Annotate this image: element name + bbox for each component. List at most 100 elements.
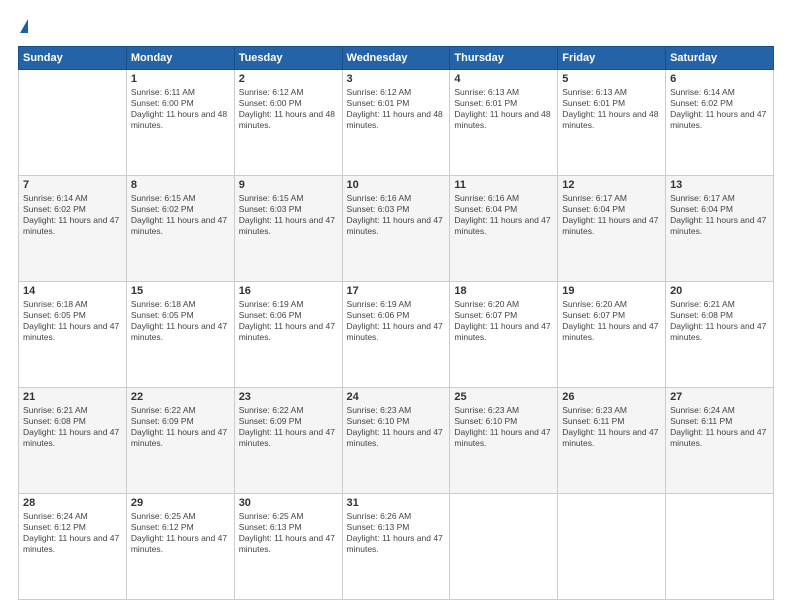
calendar-cell: 4 Sunrise: 6:13 AM Sunset: 6:01 PM Daylig…	[450, 69, 558, 175]
calendar-cell: 23 Sunrise: 6:22 AM Sunset: 6:09 PM Dayli…	[234, 387, 342, 493]
day-number: 13	[670, 179, 769, 191]
day-number: 10	[347, 179, 446, 191]
logo-text	[18, 18, 28, 38]
day-info: Sunrise: 6:23 AM Sunset: 6:10 PM Dayligh…	[347, 405, 446, 449]
calendar-cell: 8 Sunrise: 6:15 AM Sunset: 6:02 PM Daylig…	[126, 175, 234, 281]
calendar-header-wednesday: Wednesday	[342, 46, 450, 69]
calendar-cell: 1 Sunrise: 6:11 AM Sunset: 6:00 PM Daylig…	[126, 69, 234, 175]
calendar-cell: 16 Sunrise: 6:19 AM Sunset: 6:06 PM Dayli…	[234, 281, 342, 387]
day-number: 17	[347, 285, 446, 297]
day-info: Sunrise: 6:21 AM Sunset: 6:08 PM Dayligh…	[670, 299, 769, 343]
day-info: Sunrise: 6:22 AM Sunset: 6:09 PM Dayligh…	[131, 405, 230, 449]
day-info: Sunrise: 6:13 AM Sunset: 6:01 PM Dayligh…	[562, 87, 661, 131]
day-number: 2	[239, 73, 338, 85]
day-number: 5	[562, 73, 661, 85]
day-number: 20	[670, 285, 769, 297]
calendar-header-thursday: Thursday	[450, 46, 558, 69]
day-info: Sunrise: 6:23 AM Sunset: 6:10 PM Dayligh…	[454, 405, 553, 449]
day-info: Sunrise: 6:24 AM Sunset: 6:11 PM Dayligh…	[670, 405, 769, 449]
day-info: Sunrise: 6:15 AM Sunset: 6:03 PM Dayligh…	[239, 193, 338, 237]
calendar-cell: 3 Sunrise: 6:12 AM Sunset: 6:01 PM Daylig…	[342, 69, 450, 175]
day-info: Sunrise: 6:12 AM Sunset: 6:01 PM Dayligh…	[347, 87, 446, 131]
day-number: 14	[23, 285, 122, 297]
calendar-cell: 18 Sunrise: 6:20 AM Sunset: 6:07 PM Dayli…	[450, 281, 558, 387]
day-info: Sunrise: 6:18 AM Sunset: 6:05 PM Dayligh…	[131, 299, 230, 343]
calendar-cell: 21 Sunrise: 6:21 AM Sunset: 6:08 PM Dayli…	[19, 387, 127, 493]
calendar-cell: 7 Sunrise: 6:14 AM Sunset: 6:02 PM Daylig…	[19, 175, 127, 281]
day-info: Sunrise: 6:24 AM Sunset: 6:12 PM Dayligh…	[23, 511, 122, 555]
day-info: Sunrise: 6:19 AM Sunset: 6:06 PM Dayligh…	[239, 299, 338, 343]
day-number: 3	[347, 73, 446, 85]
calendar-header-monday: Monday	[126, 46, 234, 69]
calendar: SundayMondayTuesdayWednesdayThursdayFrid…	[18, 46, 774, 600]
day-number: 22	[131, 391, 230, 403]
day-number: 24	[347, 391, 446, 403]
calendar-cell: 27 Sunrise: 6:24 AM Sunset: 6:11 PM Dayli…	[666, 387, 774, 493]
day-info: Sunrise: 6:20 AM Sunset: 6:07 PM Dayligh…	[562, 299, 661, 343]
calendar-cell: 30Sunrise: 6:25 AM Sunset: 6:13 PM Dayli…	[234, 493, 342, 599]
calendar-cell	[19, 69, 127, 175]
day-info: Sunrise: 6:22 AM Sunset: 6:09 PM Dayligh…	[239, 405, 338, 449]
calendar-cell: 17Sunrise: 6:19 AM Sunset: 6:06 PM Dayli…	[342, 281, 450, 387]
day-number: 28	[23, 497, 122, 509]
day-info: Sunrise: 6:12 AM Sunset: 6:00 PM Dayligh…	[239, 87, 338, 131]
day-number: 16	[239, 285, 338, 297]
calendar-cell: 14 Sunrise: 6:18 AM Sunset: 6:05 PM Dayli…	[19, 281, 127, 387]
day-number: 8	[131, 179, 230, 191]
calendar-cell: 2 Sunrise: 6:12 AM Sunset: 6:00 PM Daylig…	[234, 69, 342, 175]
header	[18, 18, 774, 38]
calendar-cell: 31Sunrise: 6:26 AM Sunset: 6:13 PM Dayli…	[342, 493, 450, 599]
day-info: Sunrise: 6:21 AM Sunset: 6:08 PM Dayligh…	[23, 405, 122, 449]
page: SundayMondayTuesdayWednesdayThursdayFrid…	[0, 0, 792, 612]
calendar-cell	[666, 493, 774, 599]
calendar-cell: 9Sunrise: 6:15 AM Sunset: 6:03 PM Daylig…	[234, 175, 342, 281]
calendar-week-1: 7 Sunrise: 6:14 AM Sunset: 6:02 PM Daylig…	[19, 175, 774, 281]
day-number: 29	[131, 497, 230, 509]
calendar-cell: 11 Sunrise: 6:16 AM Sunset: 6:04 PM Dayli…	[450, 175, 558, 281]
logo-icon	[20, 19, 28, 33]
calendar-header-tuesday: Tuesday	[234, 46, 342, 69]
calendar-cell: 20 Sunrise: 6:21 AM Sunset: 6:08 PM Dayli…	[666, 281, 774, 387]
calendar-cell: 28 Sunrise: 6:24 AM Sunset: 6:12 PM Dayli…	[19, 493, 127, 599]
day-number: 12	[562, 179, 661, 191]
calendar-cell	[450, 493, 558, 599]
calendar-cell: 22 Sunrise: 6:22 AM Sunset: 6:09 PM Dayli…	[126, 387, 234, 493]
calendar-cell: 5 Sunrise: 6:13 AM Sunset: 6:01 PM Daylig…	[558, 69, 666, 175]
day-number: 27	[670, 391, 769, 403]
calendar-week-3: 21 Sunrise: 6:21 AM Sunset: 6:08 PM Dayli…	[19, 387, 774, 493]
day-info: Sunrise: 6:11 AM Sunset: 6:00 PM Dayligh…	[131, 87, 230, 131]
calendar-cell	[558, 493, 666, 599]
day-info: Sunrise: 6:18 AM Sunset: 6:05 PM Dayligh…	[23, 299, 122, 343]
calendar-cell: 19 Sunrise: 6:20 AM Sunset: 6:07 PM Dayli…	[558, 281, 666, 387]
calendar-cell: 15 Sunrise: 6:18 AM Sunset: 6:05 PM Dayli…	[126, 281, 234, 387]
day-info: Sunrise: 6:16 AM Sunset: 6:03 PM Dayligh…	[347, 193, 446, 237]
calendar-cell: 6Sunrise: 6:14 AM Sunset: 6:02 PM Daylig…	[666, 69, 774, 175]
day-number: 15	[131, 285, 230, 297]
day-info: Sunrise: 6:16 AM Sunset: 6:04 PM Dayligh…	[454, 193, 553, 237]
calendar-header-friday: Friday	[558, 46, 666, 69]
day-info: Sunrise: 6:23 AM Sunset: 6:11 PM Dayligh…	[562, 405, 661, 449]
day-number: 7	[23, 179, 122, 191]
day-number: 21	[23, 391, 122, 403]
calendar-cell: 10 Sunrise: 6:16 AM Sunset: 6:03 PM Dayli…	[342, 175, 450, 281]
day-info: Sunrise: 6:25 AM Sunset: 6:12 PM Dayligh…	[131, 511, 230, 555]
day-info: Sunrise: 6:26 AM Sunset: 6:13 PM Dayligh…	[347, 511, 446, 555]
day-number: 11	[454, 179, 553, 191]
day-info: Sunrise: 6:14 AM Sunset: 6:02 PM Dayligh…	[670, 87, 769, 131]
day-info: Sunrise: 6:17 AM Sunset: 6:04 PM Dayligh…	[670, 193, 769, 237]
day-number: 18	[454, 285, 553, 297]
day-number: 4	[454, 73, 553, 85]
day-info: Sunrise: 6:14 AM Sunset: 6:02 PM Dayligh…	[23, 193, 122, 237]
day-number: 1	[131, 73, 230, 85]
calendar-week-4: 28 Sunrise: 6:24 AM Sunset: 6:12 PM Dayli…	[19, 493, 774, 599]
calendar-cell: 26 Sunrise: 6:23 AM Sunset: 6:11 PM Dayli…	[558, 387, 666, 493]
day-number: 26	[562, 391, 661, 403]
day-number: 23	[239, 391, 338, 403]
calendar-cell: 29 Sunrise: 6:25 AM Sunset: 6:12 PM Dayli…	[126, 493, 234, 599]
day-info: Sunrise: 6:15 AM Sunset: 6:02 PM Dayligh…	[131, 193, 230, 237]
day-number: 19	[562, 285, 661, 297]
calendar-header-row: SundayMondayTuesdayWednesdayThursdayFrid…	[19, 46, 774, 69]
day-info: Sunrise: 6:17 AM Sunset: 6:04 PM Dayligh…	[562, 193, 661, 237]
day-info: Sunrise: 6:13 AM Sunset: 6:01 PM Dayligh…	[454, 87, 553, 131]
day-info: Sunrise: 6:20 AM Sunset: 6:07 PM Dayligh…	[454, 299, 553, 343]
